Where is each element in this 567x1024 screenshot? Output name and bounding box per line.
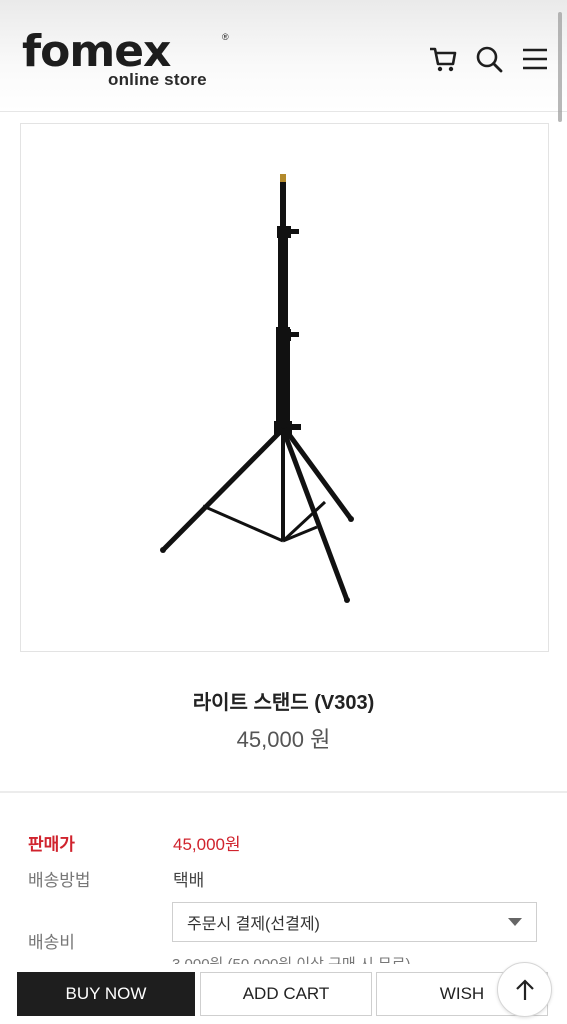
registered-mark: ® <box>222 32 229 42</box>
product-image[interactable] <box>20 123 549 652</box>
section-divider <box>0 791 567 793</box>
shipping-fee-label: 배송비 <box>28 933 75 952</box>
shipping-method-label: 배송방법 <box>28 871 91 890</box>
bottom-action-bar: BUY NOW ADD CART WISH <box>0 962 567 1024</box>
site-header: fomex ® online store <box>0 0 567 112</box>
shipping-fee-selected: 주문시 결제(선결제) <box>187 916 320 933</box>
shipping-method-value: 택배 <box>173 871 205 890</box>
product-price: 45,000 원 <box>236 727 331 752</box>
menu-icon[interactable] <box>518 42 552 76</box>
search-icon[interactable] <box>472 42 506 76</box>
logo-wordmark: fomex <box>22 30 171 74</box>
arrow-up-icon <box>515 978 534 1000</box>
light-stand-image <box>160 174 354 603</box>
shipping-fee-select[interactable]: 주문시 결제(선결제) <box>172 902 537 942</box>
sale-price-label: 판매가 <box>28 835 75 854</box>
product-name: 라이트 스탠드 (V303) <box>192 692 375 714</box>
logo-subtitle: online store <box>108 70 207 89</box>
dropdown-arrow-icon <box>508 918 522 926</box>
cart-icon[interactable] <box>426 42 460 76</box>
scroll-top-button[interactable] <box>497 962 552 1017</box>
buy-now-button[interactable]: BUY NOW <box>17 972 195 1016</box>
add-cart-button[interactable]: ADD CART <box>200 972 372 1016</box>
sale-price-value: 45,000원 <box>173 835 241 854</box>
fomex-logo[interactable]: fomex ® online store <box>22 30 237 94</box>
page-scrollbar[interactable] <box>558 12 562 122</box>
